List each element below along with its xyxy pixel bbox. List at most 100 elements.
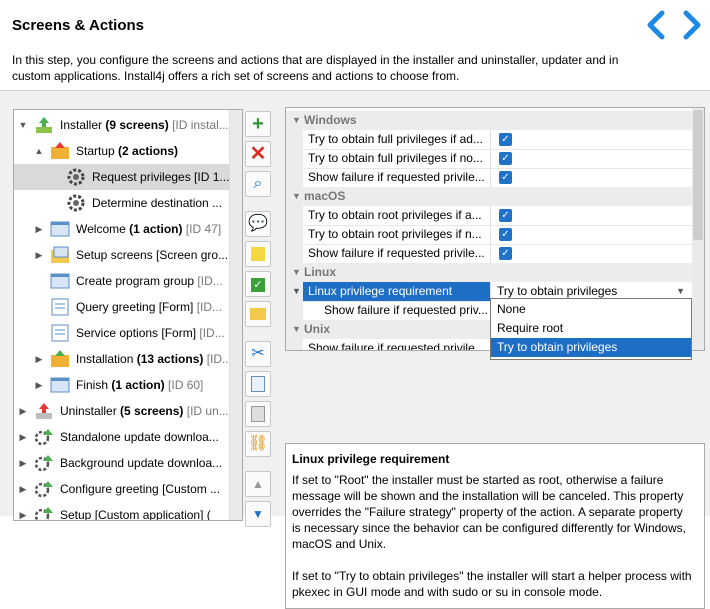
expand-toggle-icon[interactable]: ▶ xyxy=(18,398,28,424)
help-title: Linux privilege requirement xyxy=(292,452,450,466)
expand-toggle-icon[interactable]: ▶ xyxy=(18,502,28,520)
property-row[interactable]: Show failure if requested privile... ✓ xyxy=(286,244,692,264)
collapse-icon: ▼ xyxy=(292,324,301,334)
search-icon: ⌕ xyxy=(253,175,263,192)
tree-item[interactable]: ▶ Background update downloa... xyxy=(14,450,230,476)
expand-toggle-icon[interactable]: ▶ xyxy=(18,450,28,476)
check-button[interactable]: ✓ xyxy=(245,271,271,297)
tree-item[interactable]: ▶ Configure greeting [Custom ... xyxy=(14,476,230,502)
checkbox-checked[interactable]: ✓ xyxy=(499,228,512,241)
tree-item-label: Determine destination ... xyxy=(92,196,223,210)
property-row[interactable]: Try to obtain full privileges if ad... ✓ xyxy=(286,130,692,150)
tree-scrollbar[interactable] xyxy=(229,110,242,520)
checkbox-checked[interactable]: ✓ xyxy=(499,133,512,146)
category-linux[interactable]: ▼ Linux xyxy=(286,263,692,282)
tree-item[interactable]: ▲ Startup (2 actions) xyxy=(14,138,230,164)
search-button[interactable]: ⌕ xyxy=(245,171,271,197)
property-row[interactable]: Try to obtain root privileges if n... ✓ xyxy=(286,225,692,245)
gear-icon xyxy=(65,167,87,187)
cut-button[interactable]: ✂ xyxy=(245,341,271,367)
folder-button[interactable] xyxy=(245,301,271,327)
tree-item[interactable]: ▶ Uninstaller (5 screens) [ID un... xyxy=(14,398,230,424)
back-button[interactable] xyxy=(640,8,674,42)
screens-tree[interactable]: ▶ Setup [Custom application] ( ▶ Configure … xyxy=(13,109,243,521)
tree-item[interactable]: Service options [Form] [ID... xyxy=(14,320,230,346)
tree-item[interactable]: ▶ Finish (1 action) [ID 60] xyxy=(14,372,230,398)
tree-item-label: Background update downloa... xyxy=(60,456,223,470)
dropdown-option-selected[interactable]: Try to obtain privileges xyxy=(491,338,691,357)
checkbox-checked[interactable]: ✓ xyxy=(499,247,512,260)
privilege-dropdown-list[interactable]: None Require root Try to obtain privileg… xyxy=(490,298,692,360)
tree-item[interactable]: Determine destination ... xyxy=(14,190,230,216)
uninstaller-icon xyxy=(33,401,55,421)
updater-icon xyxy=(33,479,55,499)
tree-item-label: Setup [Custom application] ( xyxy=(60,508,211,521)
collapse-icon: ▼ xyxy=(292,267,301,277)
tree-item-label: Finish (1 action) [ID 60] xyxy=(76,378,204,392)
tree-item[interactable]: ▶ Welcome (1 action) [ID 47] xyxy=(14,216,230,242)
tree-item-label: Uninstaller (5 screens) [ID un... xyxy=(60,404,229,418)
delete-button[interactable]: ✕ xyxy=(245,141,271,167)
properties-scrollbar[interactable] xyxy=(692,108,704,350)
link-icon: ⛓ xyxy=(247,435,269,452)
tree-item[interactable]: Request privileges [ID 1... xyxy=(14,164,230,190)
move-down-button[interactable]: ▼ xyxy=(245,501,271,527)
chevron-left-icon xyxy=(647,10,665,40)
screen-icon xyxy=(49,219,71,239)
tree-item-label: Service options [Form] [ID... xyxy=(76,326,225,340)
collapse-icon: ▼ xyxy=(292,115,301,125)
category-windows[interactable]: ▼ Windows xyxy=(286,111,692,130)
help-paragraph: If set to "Try to obtain privileges" the… xyxy=(292,569,692,599)
tree-item-label: Startup (2 actions) xyxy=(76,144,179,158)
note-button[interactable] xyxy=(245,241,271,267)
page-description: In this step, you configure the screens … xyxy=(12,53,619,83)
check-icon: ✓ xyxy=(251,278,265,292)
tree-item[interactable]: ▶ Standalone update downloa... xyxy=(14,424,230,450)
expand-toggle-icon[interactable]: ▲ xyxy=(34,138,44,164)
tree-item[interactable]: ▼ Installer (9 screens) [ID instal... xyxy=(14,112,230,138)
scrollbar-thumb[interactable] xyxy=(693,110,703,240)
add-button[interactable]: + xyxy=(245,111,271,137)
checkbox-checked[interactable]: ✓ xyxy=(499,171,512,184)
checkbox-checked[interactable]: ✓ xyxy=(499,209,512,222)
tree-item-label: Configure greeting [Custom ... xyxy=(60,482,221,496)
expand-toggle-icon[interactable]: ▶ xyxy=(34,216,44,242)
paste-button[interactable] xyxy=(245,401,271,427)
updater-icon xyxy=(33,505,55,520)
checkbox-checked[interactable]: ✓ xyxy=(499,152,512,165)
category-macos[interactable]: ▼ macOS xyxy=(286,187,692,206)
tree-item[interactable]: Query greeting [Form] [ID... xyxy=(14,294,230,320)
tree-item-label: Standalone update downloa... xyxy=(60,430,219,444)
expand-toggle-icon[interactable]: ▶ xyxy=(18,424,28,450)
expand-toggle-icon[interactable]: ▼ xyxy=(18,112,28,138)
property-row[interactable]: Show failure if requested privile... ✓ xyxy=(286,168,692,188)
forward-button[interactable] xyxy=(674,8,708,42)
comment-button[interactable]: 💬 xyxy=(245,211,271,237)
tree-item[interactable]: ▶ Setup [Custom application] ( xyxy=(14,502,230,521)
copy-button[interactable] xyxy=(245,371,271,397)
form-icon xyxy=(49,297,71,317)
expand-toggle-icon[interactable]: ▶ xyxy=(34,346,44,372)
dropdown-option[interactable]: None xyxy=(491,300,691,319)
page-title: Screens & Actions xyxy=(12,17,144,34)
tree-item[interactable]: ▶ Setup screens [Screen gro... xyxy=(14,242,230,268)
property-row[interactable]: Try to obtain root privileges if a... ✓ xyxy=(286,206,692,226)
link-button[interactable]: ⛓ xyxy=(245,431,271,457)
expand-toggle-icon[interactable]: ▶ xyxy=(34,372,44,398)
dropdown-option[interactable]: Require root xyxy=(491,319,691,338)
expand-toggle-icon[interactable]: ▶ xyxy=(34,242,44,268)
delete-icon: ✕ xyxy=(249,143,267,165)
expand-toggle-icon[interactable]: ▶ xyxy=(18,476,28,502)
tree-item-label: Setup screens [Screen gro... xyxy=(76,248,229,262)
tree-item[interactable]: Create program group [ID... xyxy=(14,268,230,294)
move-up-icon: ▲ xyxy=(252,477,264,491)
help-paragraph: If set to "Root" the installer must be s… xyxy=(292,473,686,551)
property-row[interactable]: Try to obtain full privileges if no... ✓ xyxy=(286,149,692,169)
move-up-button[interactable]: ▲ xyxy=(245,471,271,497)
screen-icon xyxy=(49,375,71,395)
tree-item-label: Installer (9 screens) [ID instal... xyxy=(60,118,229,132)
tree-item-label: Create program group [ID... xyxy=(76,274,223,288)
tree-item[interactable]: ▶ Installation (13 actions) [ID... xyxy=(14,346,232,372)
collapse-icon: ▼ xyxy=(292,191,301,201)
help-panel: Linux privilege requirement If set to "R… xyxy=(285,443,705,609)
